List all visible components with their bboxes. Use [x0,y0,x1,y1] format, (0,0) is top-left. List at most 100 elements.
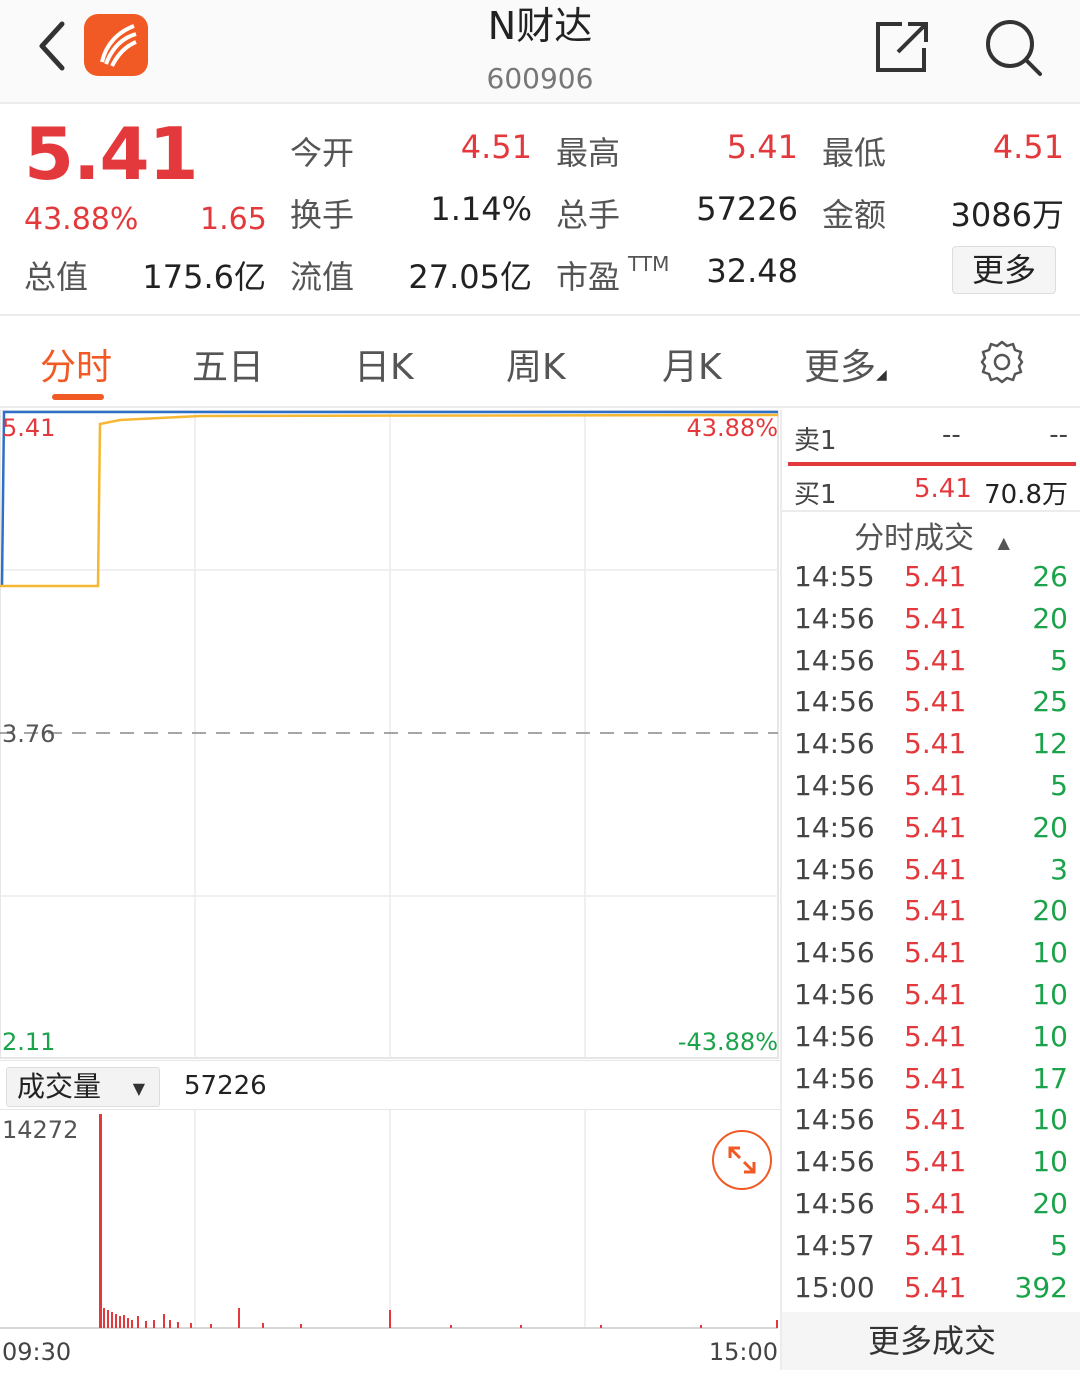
trade-row: 14:56 5.41 25 [782,685,1080,727]
change-percent: 43.88% [24,202,139,237]
trade-row: 14:56 5.41 10 [782,936,1080,978]
trade-volume: 10 [1032,1145,1068,1179]
trades-header[interactable]: 分时成交 ▲ [782,510,1080,566]
volume-bar [123,1315,125,1328]
trade-price: 5.41 [904,601,967,635]
volume-bar [99,1114,102,1328]
trade-row: 14:56 5.41 3 [782,853,1080,895]
trade-row: 14:56 5.41 17 [782,1062,1080,1104]
volume-bar [169,1320,171,1328]
volume-indicator-select[interactable]: 成交量 ▼ [6,1067,160,1107]
back-arrow-icon[interactable] [30,18,78,74]
trade-volume: 12 [1032,727,1068,761]
price-reference-label: 3.76 [2,720,56,748]
price-grid-border [0,410,779,1059]
trade-volume: 5 [1050,769,1068,802]
trade-time: 14:56 [794,1145,875,1179]
trade-time: 14:56 [794,1019,875,1053]
app-logo[interactable] [84,14,148,76]
trade-row: 14:56 5.41 12 [782,727,1080,769]
tab-intraday[interactable]: 分时 [40,338,112,390]
more-quote-button[interactable]: 更多 [952,246,1056,294]
trade-price: 5.41 [904,978,967,1011]
volume-bar [127,1318,129,1328]
tab-five-day[interactable]: 五日 [192,338,264,390]
search-icon[interactable] [982,16,1044,78]
trade-time: 14:56 [794,894,875,928]
turnover-label: 换手 [290,196,355,234]
intraday-chart[interactable]: 5.41 3.76 2.11 43.88% -43.88% 成交量 ▼ 5722… [0,410,780,1370]
volume-bar [137,1316,139,1328]
trade-time: 14:56 [794,1187,875,1220]
trade-row: 14:56 5.41 10 [782,978,1080,1020]
volume-bar [300,1324,302,1328]
trade-volume: 10 [1032,1019,1068,1053]
tab-daily-k[interactable]: 日K [354,338,414,390]
trade-time: 14:56 [794,1061,875,1095]
volume-value: 57226 [696,190,798,228]
expand-arrows-icon [728,1146,756,1174]
more-trades-button[interactable]: 更多成交 [782,1312,1080,1370]
period-tabs: 分时 五日 日K 周K 月K 更多◢ [0,318,1080,408]
trade-volume: 5 [1050,643,1068,677]
tab-monthly-k[interactable]: 月K [662,338,722,390]
volume-bar [103,1308,105,1328]
trade-volume: 10 [1032,1103,1068,1137]
trade-price: 5.41 [904,852,967,886]
low-value: 4.51 [992,128,1064,166]
volume-bar [389,1310,391,1328]
high-value: 5.41 [726,128,798,166]
volume-bar [520,1325,522,1328]
trade-time: 14:56 [794,1103,875,1137]
trade-volume: 20 [1032,894,1068,928]
fullscreen-button[interactable] [712,1130,772,1190]
tab-weekly-k[interactable]: 周K [506,338,566,390]
price-line [0,413,779,588]
trade-time: 14:56 [794,727,875,761]
last-price: 5.41 [24,112,199,196]
trade-price: 5.41 [904,769,967,802]
chart-canvas [0,410,779,1329]
trade-price: 5.41 [904,936,967,970]
volume-bar [153,1320,155,1328]
volume-bar [111,1312,113,1328]
open-label: 今开 [290,134,355,172]
trade-row: 14:56 5.41 20 [782,1187,1080,1229]
top-bar: N财达 600906 [0,0,1080,104]
trade-volume: 26 [1032,560,1068,593]
trade-price: 5.41 [904,1270,967,1304]
stock-code: 600906 [486,62,594,95]
price-min-label: 2.11 [2,1028,56,1056]
market-cap-label: 总值 [24,258,89,296]
stock-title-block: N财达 600906 [340,4,740,96]
trade-volume: 10 [1032,978,1068,1011]
trade-price: 5.41 [904,1187,967,1220]
active-tab-indicator [52,394,104,400]
order-book-panel: 卖1 -- -- 买1 5.41 70.8万 分时成交 ▲ 14:55 5.41 2… [780,410,1080,1370]
trade-volume: 17 [1032,1061,1068,1095]
tab-more[interactable]: 更多◢ [804,338,887,390]
trades-header-label: 分时成交 [854,521,975,556]
float-cap-label: 流值 [290,258,355,296]
trade-row: 14:56 5.41 20 [782,811,1080,853]
high-label: 最高 [556,134,621,172]
triangle-down-icon: ◢ [876,367,887,383]
ask-price: -- [942,420,961,450]
trade-time: 14:56 [794,601,875,635]
volume-bar [107,1310,109,1328]
open-value: 4.51 [460,128,532,166]
pe-ttm-suffix: TTM [628,252,670,276]
trade-volume: 10 [1032,936,1068,970]
share-icon[interactable] [872,18,932,76]
volume-bar [600,1325,602,1328]
trade-price: 5.41 [904,1019,967,1053]
trade-price: 5.41 [904,1103,967,1137]
bid-label: 买1 [794,480,837,510]
trade-time: 14:56 [794,643,875,677]
trade-row: 14:56 5.41 20 [782,894,1080,936]
settings-gear-icon[interactable] [978,338,1026,386]
tab-more-label: 更多 [804,347,877,388]
volume-bar [262,1323,264,1328]
trade-row: 14:56 5.41 5 [782,644,1080,686]
trade-price: 5.41 [904,643,967,677]
